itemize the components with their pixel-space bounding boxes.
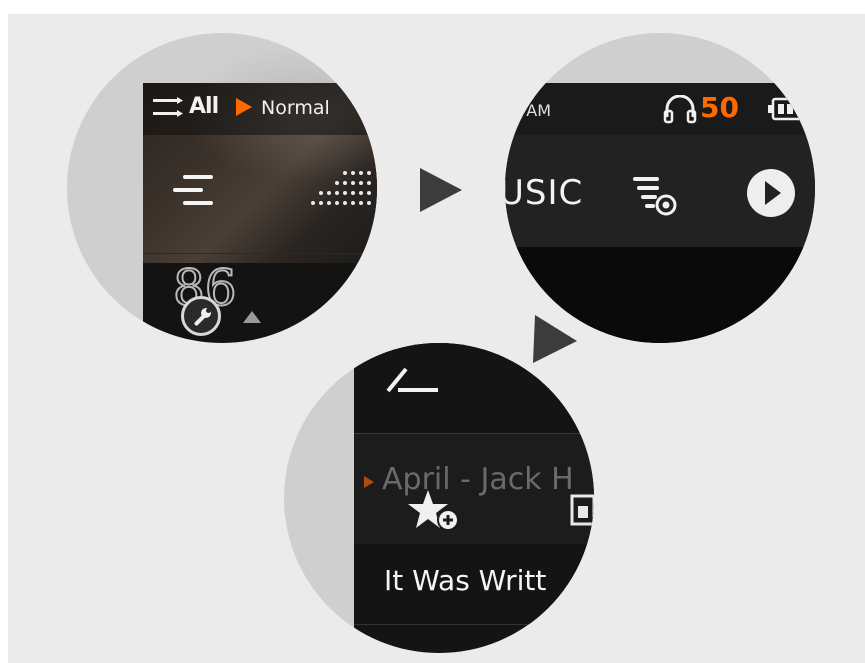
toolbar: [143, 135, 377, 253]
star-plus-icon[interactable]: [408, 490, 464, 534]
status-bar: 6 AM 50: [505, 83, 815, 135]
zoom-circle-music-toolbar: 6 AM 50 USIC ic: [505, 33, 815, 343]
album-title: It Was Writt: [384, 564, 547, 597]
play-mode-label[interactable]: Normal: [261, 97, 330, 119]
section-title: USIC: [505, 173, 584, 213]
repeat-mode-label[interactable]: All: [189, 94, 219, 119]
volume-level: 50: [700, 91, 739, 124]
list-row-text: ic: [519, 281, 539, 309]
settings-badge[interactable]: [181, 296, 221, 336]
device-screen: 6 AM 50 USIC ic: [505, 83, 815, 343]
divider: [143, 253, 377, 254]
small-play-marker-icon: [364, 476, 374, 488]
transition-arrow-right: [420, 168, 462, 212]
dot-grid-icon[interactable]: [309, 169, 377, 209]
toolbar: USIC: [505, 135, 815, 247]
play-circle-icon[interactable]: [745, 167, 797, 219]
zoom-circle-status-menu: All Normal 86: [67, 33, 377, 343]
clock-time: 6 AM: [511, 101, 552, 120]
device-screen: April - Jack H It Was Writt: [354, 343, 594, 653]
small-arrow-icon: [243, 311, 261, 323]
wrench-icon: [194, 308, 211, 326]
status-bar: All Normal: [143, 83, 377, 135]
menu-lines-icon[interactable]: [173, 173, 219, 207]
playlist-settings-icon[interactable]: [633, 175, 679, 217]
header-bar: [354, 343, 594, 433]
album-row[interactable]: It Was Writt: [354, 544, 594, 624]
zoom-circle-track-detail: April - Jack H It Was Writt: [284, 343, 594, 653]
back-slash-icon[interactable]: [386, 367, 440, 393]
battery-icon: [768, 97, 807, 121]
track-row[interactable]: April - Jack H: [354, 434, 594, 544]
divider: [354, 624, 594, 625]
device-screen: All Normal 86: [143, 43, 377, 343]
play-triangle-icon: [236, 98, 252, 116]
headphones-icon: [663, 95, 697, 124]
lyrics-icon[interactable]: [570, 494, 594, 526]
queue-icon[interactable]: [153, 97, 187, 119]
